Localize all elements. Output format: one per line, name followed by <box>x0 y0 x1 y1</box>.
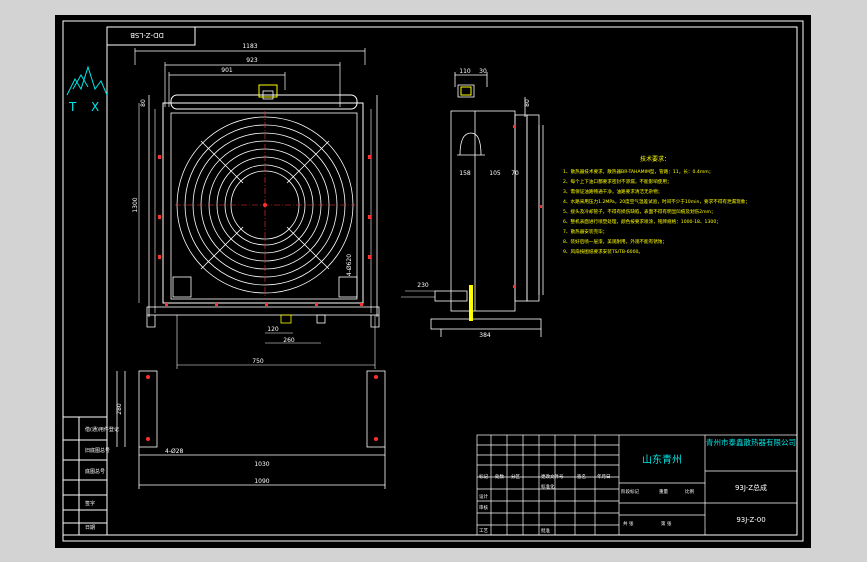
dim-base-280: 280 <box>116 403 123 415</box>
tb-r1-5: 年月日 <box>597 473 611 480</box>
base-left-foot <box>138 370 158 448</box>
strip-row-2: 底图总号 <box>85 468 105 475</box>
front-base-rail <box>146 306 380 316</box>
cad-drawing: DD-Z-LSB T X 借(通)用件登记 旧底图总号 底图总号 签字 日期 1… <box>62 20 804 542</box>
tb-r2-4: 阶段标记 <box>621 488 639 495</box>
title-place: 山东青州 <box>642 453 682 466</box>
strip-row-4: 日期 <box>85 525 95 531</box>
dim-base-hole: 4-Ø28 <box>165 448 184 455</box>
logo-letter-t: T <box>68 100 77 114</box>
base-right-foot <box>366 370 386 448</box>
title-company: 青州市泰鑫散热器有限公司 <box>706 437 796 447</box>
strip-row-1: 旧底图总号 <box>85 447 110 454</box>
side-body <box>450 110 516 312</box>
tech-note-5: 5、接头及冷却管子，不得有损伤缺陷，表面不得有明显凹痕及划伤2mm； <box>563 208 716 215</box>
tb-r3-0: 审核 <box>479 504 488 511</box>
dim-260: 260 <box>283 337 295 344</box>
tb-r1-0: 标记 <box>479 473 488 480</box>
drawing-number-rotated: DD-Z-LSB <box>130 31 164 39</box>
side-view <box>430 72 544 337</box>
dim-750: 750 <box>252 358 264 365</box>
drawing-number-box: DD-Z-LSB <box>106 26 196 46</box>
tech-note-9: 9、风扇按图纸要求安装TS/TB-6000。 <box>563 248 643 255</box>
left-registration-strip: 借(通)用件登记 旧底图总号 底图总号 签字 日期 <box>62 416 119 536</box>
dim-side-158: 158 <box>459 170 471 177</box>
dim-side-30: 30 <box>479 68 487 75</box>
company-logo: T X <box>66 65 108 114</box>
dim-height-left: 1300 <box>132 197 139 212</box>
logo-letter-x: X <box>91 100 99 114</box>
tech-note-1: 1、散热器技术要求，散热器BR-TAHAMIM型，管路：11，长：0.4mm； <box>563 168 713 175</box>
tech-note-2: 2、每个上下油口都要求密封不渗漏，不能影响使用； <box>563 178 672 185</box>
dim-side-230: 230 <box>417 282 429 289</box>
technical-requirements: 技术要求： 1、散热器技术要求，散热器BR-TAHAMIM型，管路：11，长：0… <box>563 155 750 255</box>
dim-80-left: 80 <box>140 99 147 107</box>
tb-r1-2: 分区 <box>511 473 520 480</box>
strip-row-0: 借(通)用件登记 <box>85 426 119 433</box>
tech-note-6: 6、整机表面进行喷塑处理，颜色按要求喷涂，铭牌规格：1000-18、1300； <box>563 218 721 225</box>
dim-923: 923 <box>246 57 258 64</box>
dim-side-80: 80 <box>524 99 531 107</box>
tech-note-7: 7、散热器安装完毕； <box>563 228 607 235</box>
tb-r2-0: 设计 <box>479 493 488 500</box>
dim-overall-width: 1183 <box>242 43 257 50</box>
dim-fan-diameter: 4-Ø620 <box>346 254 353 276</box>
dim-side-384: 384 <box>479 332 491 339</box>
tech-note-4: 4、水路采用压力1.2MPa，20度空气温差试验，时间不少于10min，要求不得… <box>563 198 750 205</box>
tb-r2-2: 标准化 <box>541 483 555 490</box>
tb-r1-3: 更改文件号 <box>541 473 564 480</box>
dim-base-1090: 1090 <box>254 478 269 485</box>
outer-frame <box>62 20 804 542</box>
dim-901: 901 <box>221 67 233 74</box>
tb-r4-0: 工艺 <box>479 528 488 534</box>
tb-r4-5: 第 张 <box>661 520 672 527</box>
cad-viewport[interactable]: DD-Z-LSB T X 借(通)用件登记 旧底图总号 底图总号 签字 日期 1… <box>55 15 811 548</box>
tech-note-3: 3、需保证油路畅通干净，油路要求清洁无杂物； <box>563 188 662 195</box>
tb-r2-5: 重量 <box>659 488 668 495</box>
tech-notes-title: 技术要求： <box>640 155 670 163</box>
dim-side-110: 110 <box>459 68 471 75</box>
dim-side-70: 70 <box>511 170 519 177</box>
title-drawing-no: 93J-Z-00 <box>736 516 765 524</box>
tb-r1-1: 处数 <box>495 473 504 480</box>
dim-base-1030: 1030 <box>254 461 269 468</box>
tech-note-8: 8、装好后喷一层漆，美观耐用，外观不能有锈蚀； <box>563 238 667 245</box>
tb-r4-2: 批准 <box>541 527 550 534</box>
tb-r4-4: 共 张 <box>623 520 634 527</box>
dim-120: 120 <box>267 326 279 333</box>
base-view <box>116 370 386 489</box>
tb-r2-6: 比例 <box>685 488 694 495</box>
tb-r1-4: 签名 <box>577 473 586 480</box>
dim-side-105: 105 <box>489 170 501 177</box>
front-view: 1183 923 901 1300 80 4-Ø620 120 260 750 <box>132 43 380 369</box>
title-product: 93J-Z总成 <box>735 483 767 492</box>
strip-row-3: 签字 <box>85 500 95 507</box>
